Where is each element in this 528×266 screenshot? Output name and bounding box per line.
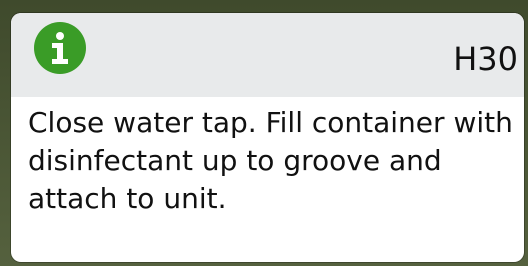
dialog-header: H30	[11, 13, 524, 97]
error-code: H30	[453, 40, 518, 78]
info-icon	[34, 22, 86, 74]
device-frame: H30 Close water tap. Fill container with…	[0, 0, 528, 266]
info-dialog: H30 Close water tap. Fill container with…	[11, 13, 524, 262]
dialog-message: Close water tap. Fill container with dis…	[28, 106, 513, 215]
